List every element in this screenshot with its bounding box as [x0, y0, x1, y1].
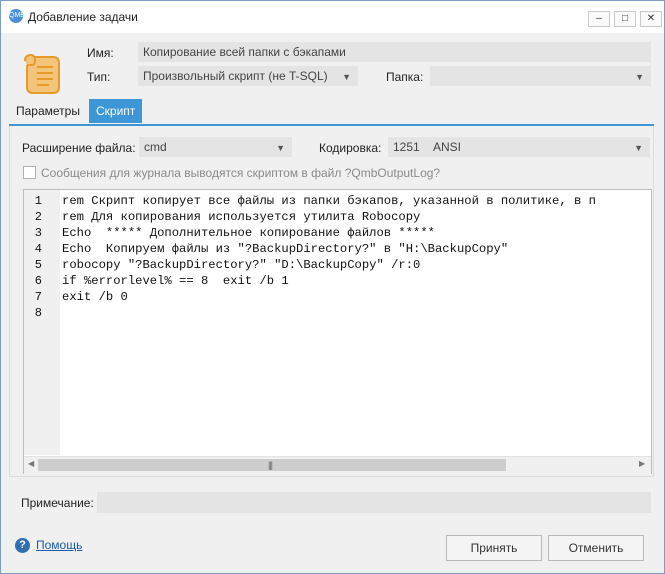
code-area[interactable]: rem Скрипт копирует все файлы из папки б…	[62, 193, 649, 455]
encoding-name: ANSI	[433, 140, 462, 154]
line-number: 7	[34, 290, 42, 304]
code-line: Echo Копируем файлы из "?BackupDirectory…	[62, 242, 509, 256]
tab-script[interactable]: Скрипт	[89, 99, 143, 123]
cancel-button[interactable]: Отменить	[548, 535, 644, 561]
maximize-button[interactable]: □	[614, 11, 636, 27]
note-field[interactable]	[97, 492, 651, 513]
tab-parameters[interactable]: Параметры	[9, 99, 87, 123]
code-line: rem Для копирования используется утилита…	[62, 210, 421, 224]
folder-dropdown[interactable]: ▼	[430, 66, 651, 86]
line-number: 5	[34, 258, 42, 272]
encoding-dropdown[interactable]: 1251 ANSI ▼	[388, 137, 650, 157]
chevron-down-icon: ▼	[276, 143, 285, 153]
title-bar: QMB Добавление задачи – □ ✕	[1, 1, 664, 33]
code-line: if %errorlevel% == 8 exit /b 1	[62, 274, 289, 288]
minimize-button[interactable]: –	[588, 11, 610, 27]
grip-icon: |||	[268, 460, 273, 470]
encoding-code: 1251	[393, 140, 420, 154]
name-field[interactable]: Копирование всей папки с бэкапами	[138, 42, 651, 62]
close-button[interactable]: ✕	[640, 11, 662, 27]
script-scroll-icon	[24, 53, 60, 94]
code-line: Echo ***** Дополнительное копирование фа…	[62, 226, 435, 240]
code-line: exit /b 0	[62, 290, 128, 304]
app-icon: QMB	[9, 9, 25, 23]
extension-label: Расширение файла:	[22, 141, 136, 155]
extension-value: cmd	[144, 140, 167, 154]
script-panel: Расширение файла: cmd ▼ Кодировка: 1251 …	[9, 126, 654, 477]
dialog-window: QMB Добавление задачи – □ ✕ Имя: Копиров…	[0, 0, 665, 574]
line-number: 4	[34, 242, 42, 256]
line-number: 6	[34, 274, 42, 288]
window-title: Добавление задачи	[28, 10, 138, 24]
chevron-down-icon: ▼	[635, 72, 644, 82]
scroll-left-icon[interactable]: ◀	[28, 459, 34, 468]
help-icon[interactable]: ?	[15, 538, 30, 553]
scrollbar-thumb[interactable]: |||	[38, 459, 506, 471]
chevron-down-icon: ▼	[634, 143, 643, 153]
line-number: 8	[34, 306, 42, 320]
type-value: Произвольный скрипт (не T-SQL)	[143, 69, 328, 83]
type-label: Тип:	[87, 70, 111, 84]
script-editor[interactable]: 1 2 3 4 5 6 7 8 rem Скрипт копирует все …	[23, 189, 652, 474]
line-number-gutter: 1 2 3 4 5 6 7 8	[24, 190, 60, 455]
help-link[interactable]: Помощь	[36, 538, 82, 552]
code-line: robocopy "?BackupDirectory?" "D:\BackupC…	[62, 258, 421, 272]
horizontal-scrollbar[interactable]: ◀ ||| ▶	[24, 456, 651, 474]
log-checkbox[interactable]	[23, 166, 36, 179]
scroll-right-icon[interactable]: ▶	[639, 459, 645, 468]
accept-button[interactable]: Принять	[446, 535, 542, 561]
log-checkbox-label[interactable]: Сообщения для журнала выводятся скриптом…	[41, 166, 440, 180]
chevron-down-icon: ▼	[342, 72, 351, 82]
note-label: Примечание:	[21, 496, 94, 510]
name-label: Имя:	[87, 46, 114, 60]
code-line: rem Скрипт копирует все файлы из папки б…	[62, 194, 596, 208]
dialog-content: Имя: Копирование всей папки с бэкапами Т…	[1, 33, 664, 573]
line-number: 3	[34, 226, 42, 240]
extension-dropdown[interactable]: cmd ▼	[139, 137, 292, 157]
encoding-label: Кодировка:	[319, 141, 382, 155]
line-number: 1	[34, 194, 42, 208]
type-dropdown[interactable]: Произвольный скрипт (не T-SQL) ▼	[138, 66, 358, 86]
line-number: 2	[34, 210, 42, 224]
folder-label: Папка:	[386, 70, 424, 84]
